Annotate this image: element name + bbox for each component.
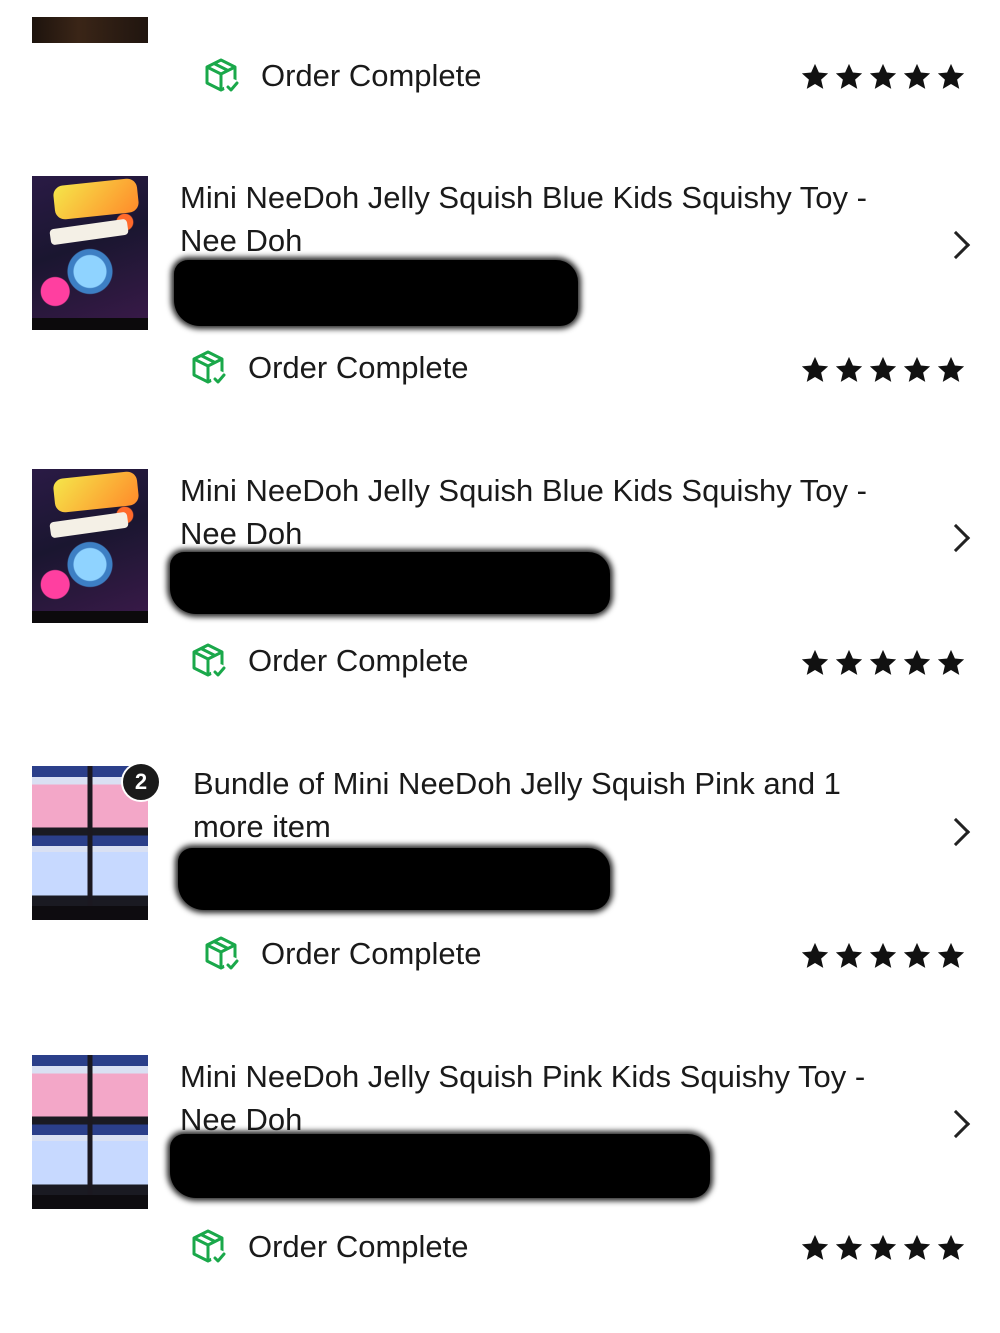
star-icon[interactable] [902, 648, 932, 678]
package-check-icon [205, 58, 240, 95]
order-status: Order Complete [188, 641, 469, 681]
status-label: Order Complete [261, 58, 482, 93]
star-icon[interactable] [936, 62, 966, 92]
status-label: Order Complete [248, 1229, 469, 1264]
package-check-icon [205, 936, 240, 973]
product-title[interactable]: Bundle of Mini NeeDoh Jelly Squish Pink … [193, 762, 893, 848]
star-icon[interactable] [868, 648, 898, 678]
redacted-area [174, 260, 578, 326]
star-icon[interactable] [800, 1233, 830, 1263]
redacted-area [170, 552, 610, 614]
chevron-right-icon[interactable] [941, 523, 971, 553]
star-icon[interactable] [800, 62, 830, 92]
star-rating[interactable] [800, 1233, 966, 1263]
star-icon[interactable] [902, 941, 932, 971]
star-icon[interactable] [834, 941, 864, 971]
product-title[interactable]: Mini NeeDoh Jelly Squish Blue Kids Squis… [180, 469, 880, 555]
star-icon[interactable] [834, 355, 864, 385]
star-icon[interactable] [834, 62, 864, 92]
product-image [32, 176, 148, 330]
chevron-right-icon[interactable] [941, 1109, 971, 1139]
star-icon[interactable] [868, 355, 898, 385]
package-check-icon [192, 643, 227, 680]
star-icon[interactable] [868, 1233, 898, 1263]
star-icon[interactable] [936, 1233, 966, 1263]
package-check-icon [192, 350, 227, 387]
order-history-list: Order Complete Mini NeeDoh Jelly Squish … [0, 0, 1000, 1333]
product-title[interactable]: Mini NeeDoh Jelly Squish Pink Kids Squis… [180, 1055, 880, 1141]
status-label: Order Complete [248, 350, 469, 385]
star-icon[interactable] [902, 355, 932, 385]
order-status: Order Complete [201, 56, 482, 96]
star-icon[interactable] [868, 941, 898, 971]
star-icon[interactable] [902, 62, 932, 92]
star-icon[interactable] [834, 648, 864, 678]
order-status: Order Complete [188, 1227, 469, 1267]
star-icon[interactable] [800, 941, 830, 971]
star-rating[interactable] [800, 941, 966, 971]
star-icon[interactable] [936, 355, 966, 385]
chevron-right-icon[interactable] [941, 817, 971, 847]
redacted-area [170, 1134, 710, 1198]
star-icon[interactable] [902, 1233, 932, 1263]
item-count-badge: 2 [121, 762, 161, 802]
star-icon[interactable] [936, 941, 966, 971]
star-icon[interactable] [800, 355, 830, 385]
product-title[interactable]: Mini NeeDoh Jelly Squish Blue Kids Squis… [180, 176, 880, 262]
star-icon[interactable] [834, 1233, 864, 1263]
order-status: Order Complete [188, 348, 469, 388]
star-rating[interactable] [800, 355, 966, 385]
star-icon[interactable] [936, 648, 966, 678]
product-image [32, 1055, 148, 1209]
order-status: Order Complete [201, 934, 482, 974]
status-label: Order Complete [261, 936, 482, 971]
chevron-right-icon[interactable] [941, 230, 971, 260]
redacted-area [178, 848, 610, 910]
star-rating[interactable] [800, 648, 966, 678]
status-label: Order Complete [248, 643, 469, 678]
product-image [32, 469, 148, 623]
package-check-icon [192, 1229, 227, 1266]
product-image [32, 17, 148, 43]
star-rating[interactable] [800, 62, 966, 92]
star-icon[interactable] [868, 62, 898, 92]
star-icon[interactable] [800, 648, 830, 678]
